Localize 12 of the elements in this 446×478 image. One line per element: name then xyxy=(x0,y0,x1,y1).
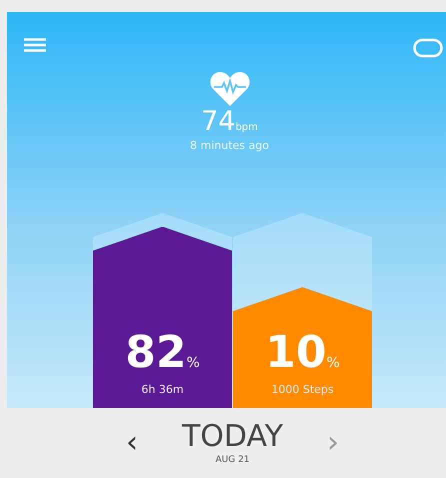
menu-icon[interactable] xyxy=(24,38,46,52)
bar-detail: 1000 Steps xyxy=(271,383,334,396)
updated-time: 8 minutes ago xyxy=(190,139,269,152)
day-title: TODAY xyxy=(182,422,284,452)
date-label: AUG 21 xyxy=(215,454,250,464)
percent-value: 10% xyxy=(265,331,340,375)
bar-detail: 6h 36m xyxy=(141,383,184,396)
heart-pulse-icon xyxy=(210,72,250,106)
previous-day-button[interactable]: ‹ xyxy=(120,428,144,458)
band-icon[interactable] xyxy=(413,38,443,58)
heart-rate-value: 74bpm xyxy=(201,108,258,135)
percent-value: 82% xyxy=(125,331,200,375)
